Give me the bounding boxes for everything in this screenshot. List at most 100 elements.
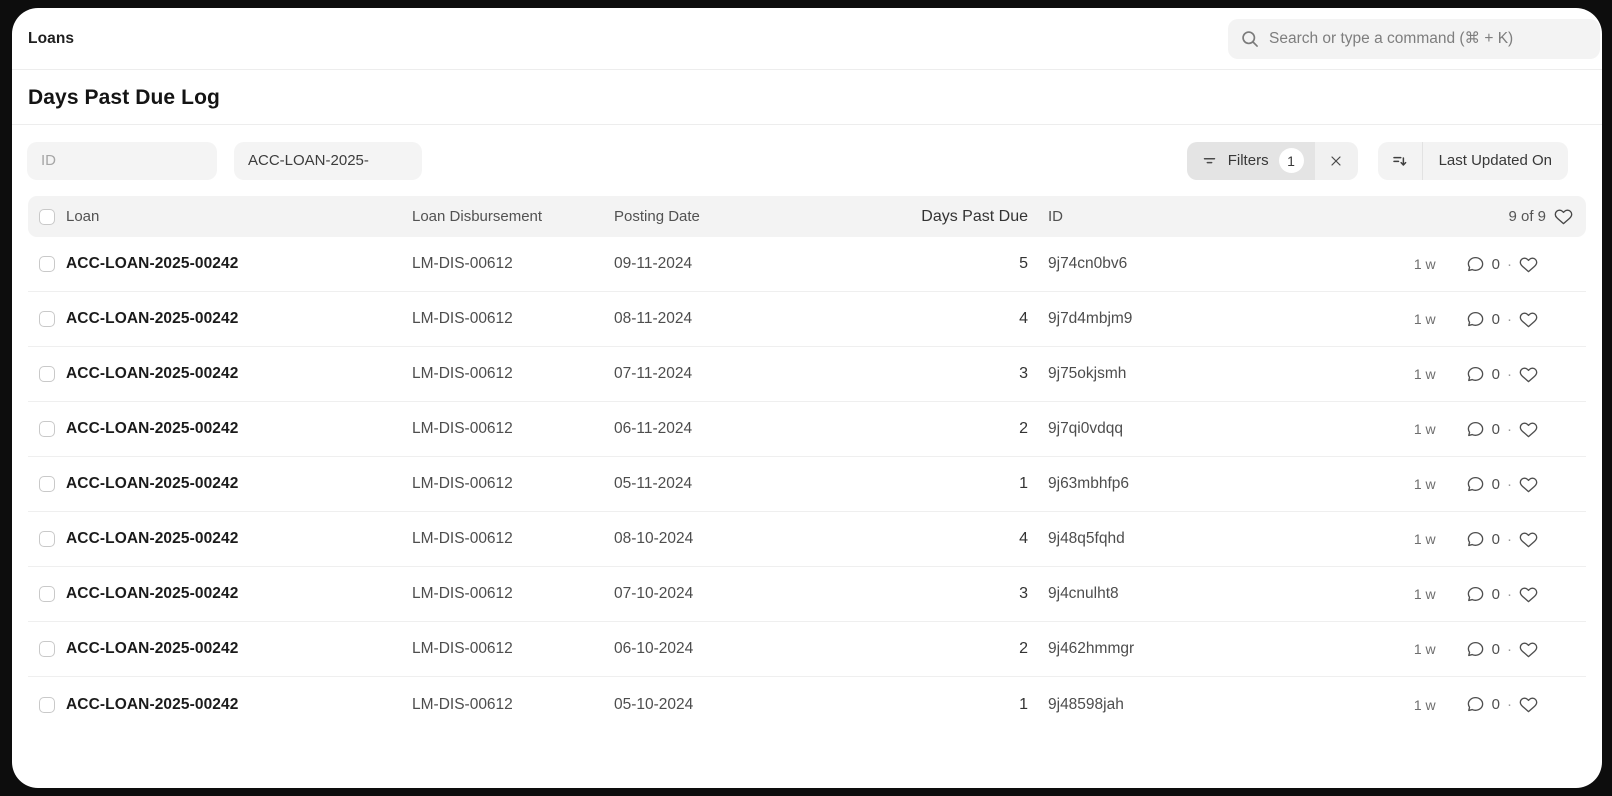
loan-filter-input[interactable] (234, 142, 422, 180)
loan-disbursement-value: LM-DIS-00612 (412, 475, 614, 493)
comment-icon[interactable] (1466, 475, 1485, 494)
loan-link[interactable]: ACC-LOAN-2025-00242 (66, 475, 412, 493)
comment-count[interactable]: 0 (1492, 476, 1500, 493)
filters-button-label: Filters (1228, 152, 1269, 169)
loan-link[interactable]: ACC-LOAN-2025-00242 (66, 255, 412, 273)
loan-disbursement-value: LM-DIS-00612 (412, 640, 614, 658)
days-past-due-value: 4 (876, 310, 1028, 328)
filters-button[interactable]: Filters 1 (1187, 142, 1315, 180)
row-checkbox[interactable] (39, 476, 55, 492)
row-id-value: 9j7qi0vdqq (1028, 420, 1346, 438)
header-meta-cell: 9 of 9 (1346, 207, 1586, 226)
row-checkbox[interactable] (39, 697, 55, 713)
table-row[interactable]: ACC-LOAN-2025-00242 LM-DIS-00612 07-11-2… (28, 347, 1586, 402)
global-search[interactable] (1228, 19, 1600, 59)
column-header-loan: Loan (66, 208, 412, 225)
heart-icon (1519, 585, 1538, 604)
loan-link[interactable]: ACC-LOAN-2025-00242 (66, 585, 412, 603)
top-navbar: Loans (12, 8, 1602, 70)
separator-dot: · (1507, 696, 1512, 713)
comment-icon[interactable] (1466, 695, 1485, 714)
row-checkbox[interactable] (39, 421, 55, 437)
filters-button-group: Filters 1 (1187, 142, 1358, 180)
loan-link[interactable]: ACC-LOAN-2025-00242 (66, 530, 412, 548)
separator-dot: · (1507, 531, 1512, 548)
days-past-due-value: 1 (876, 475, 1028, 493)
row-checkbox[interactable] (39, 641, 55, 657)
heart-icon (1554, 207, 1573, 226)
loan-link[interactable]: ACC-LOAN-2025-00242 (66, 640, 412, 658)
like-button[interactable] (1519, 310, 1538, 329)
like-button[interactable] (1519, 640, 1538, 659)
table-row[interactable]: ACC-LOAN-2025-00242 LM-DIS-00612 08-10-2… (28, 512, 1586, 567)
table-row[interactable]: ACC-LOAN-2025-00242 LM-DIS-00612 09-11-2… (28, 237, 1586, 292)
row-checkbox[interactable] (39, 256, 55, 272)
comment-icon[interactable] (1466, 420, 1485, 439)
sort-button-group: Last Updated On (1378, 142, 1568, 180)
loan-link[interactable]: ACC-LOAN-2025-00242 (66, 310, 412, 328)
days-past-due-value: 2 (876, 640, 1028, 658)
favorites-filter-button[interactable] (1554, 207, 1573, 226)
like-button[interactable] (1519, 420, 1538, 439)
comment-count[interactable]: 0 (1492, 366, 1500, 383)
days-past-due-value: 2 (876, 420, 1028, 438)
toolbar-filters-left (27, 142, 422, 180)
table-row[interactable]: ACC-LOAN-2025-00242 LM-DIS-00612 05-11-2… (28, 457, 1586, 512)
comment-count[interactable]: 0 (1492, 256, 1500, 273)
row-meta-icons: 0 · (1466, 420, 1538, 439)
posting-date-value: 08-10-2024 (614, 530, 876, 548)
comment-icon[interactable] (1466, 255, 1485, 274)
like-button[interactable] (1519, 695, 1538, 714)
row-meta-cell: 1 w 0 · (1346, 530, 1586, 549)
table-row[interactable]: ACC-LOAN-2025-00242 LM-DIS-00612 07-10-2… (28, 567, 1586, 622)
loan-link[interactable]: ACC-LOAN-2025-00242 (66, 696, 412, 714)
select-all-checkbox[interactable] (39, 209, 55, 225)
comment-count[interactable]: 0 (1492, 421, 1500, 438)
comment-icon[interactable] (1466, 585, 1485, 604)
days-past-due-value: 5 (876, 255, 1028, 273)
comment-icon[interactable] (1466, 365, 1485, 384)
id-filter-input[interactable] (27, 142, 217, 180)
column-header-posting-date: Posting Date (614, 208, 876, 225)
comment-count[interactable]: 0 (1492, 696, 1500, 713)
table-row[interactable]: ACC-LOAN-2025-00242 LM-DIS-00612 08-11-2… (28, 292, 1586, 347)
row-meta-cell: 1 w 0 · (1346, 365, 1586, 384)
heart-icon (1519, 475, 1538, 494)
table-row[interactable]: ACC-LOAN-2025-00242 LM-DIS-00612 05-10-2… (28, 677, 1586, 732)
like-button[interactable] (1519, 530, 1538, 549)
table-row[interactable]: ACC-LOAN-2025-00242 LM-DIS-00612 06-11-2… (28, 402, 1586, 457)
comment-count[interactable]: 0 (1492, 311, 1500, 328)
row-checkbox[interactable] (39, 311, 55, 327)
comment-icon[interactable] (1466, 530, 1485, 549)
row-checkbox[interactable] (39, 586, 55, 602)
sort-direction-button[interactable] (1378, 142, 1423, 180)
row-id-value: 9j63mbhfp6 (1028, 475, 1346, 493)
row-id-value: 9j74cn0bv6 (1028, 255, 1346, 273)
days-past-due-value: 3 (876, 585, 1028, 603)
row-meta-cell: 1 w 0 · (1346, 310, 1586, 329)
like-button[interactable] (1519, 255, 1538, 274)
clear-filters-button[interactable] (1315, 142, 1358, 180)
row-checkbox[interactable] (39, 531, 55, 547)
like-button[interactable] (1519, 585, 1538, 604)
comment-count[interactable]: 0 (1492, 531, 1500, 548)
search-input[interactable] (1269, 30, 1588, 48)
posting-date-value: 07-10-2024 (614, 585, 876, 603)
like-button[interactable] (1519, 475, 1538, 494)
loan-link[interactable]: ACC-LOAN-2025-00242 (66, 365, 412, 383)
loan-link[interactable]: ACC-LOAN-2025-00242 (66, 420, 412, 438)
sort-field-button[interactable]: Last Updated On (1423, 142, 1568, 180)
row-checkbox-cell (28, 476, 66, 492)
last-modified-value: 1 w (1414, 641, 1436, 657)
comment-count[interactable]: 0 (1492, 641, 1500, 658)
like-button[interactable] (1519, 365, 1538, 384)
row-checkbox[interactable] (39, 366, 55, 382)
row-id-value: 9j462hmmgr (1028, 640, 1346, 658)
row-id-value: 9j4cnulht8 (1028, 585, 1346, 603)
comment-icon[interactable] (1466, 640, 1485, 659)
column-header-loan-disbursement: Loan Disbursement (412, 208, 614, 225)
comment-icon[interactable] (1466, 310, 1485, 329)
separator-dot: · (1507, 311, 1512, 328)
table-row[interactable]: ACC-LOAN-2025-00242 LM-DIS-00612 06-10-2… (28, 622, 1586, 677)
comment-count[interactable]: 0 (1492, 586, 1500, 603)
